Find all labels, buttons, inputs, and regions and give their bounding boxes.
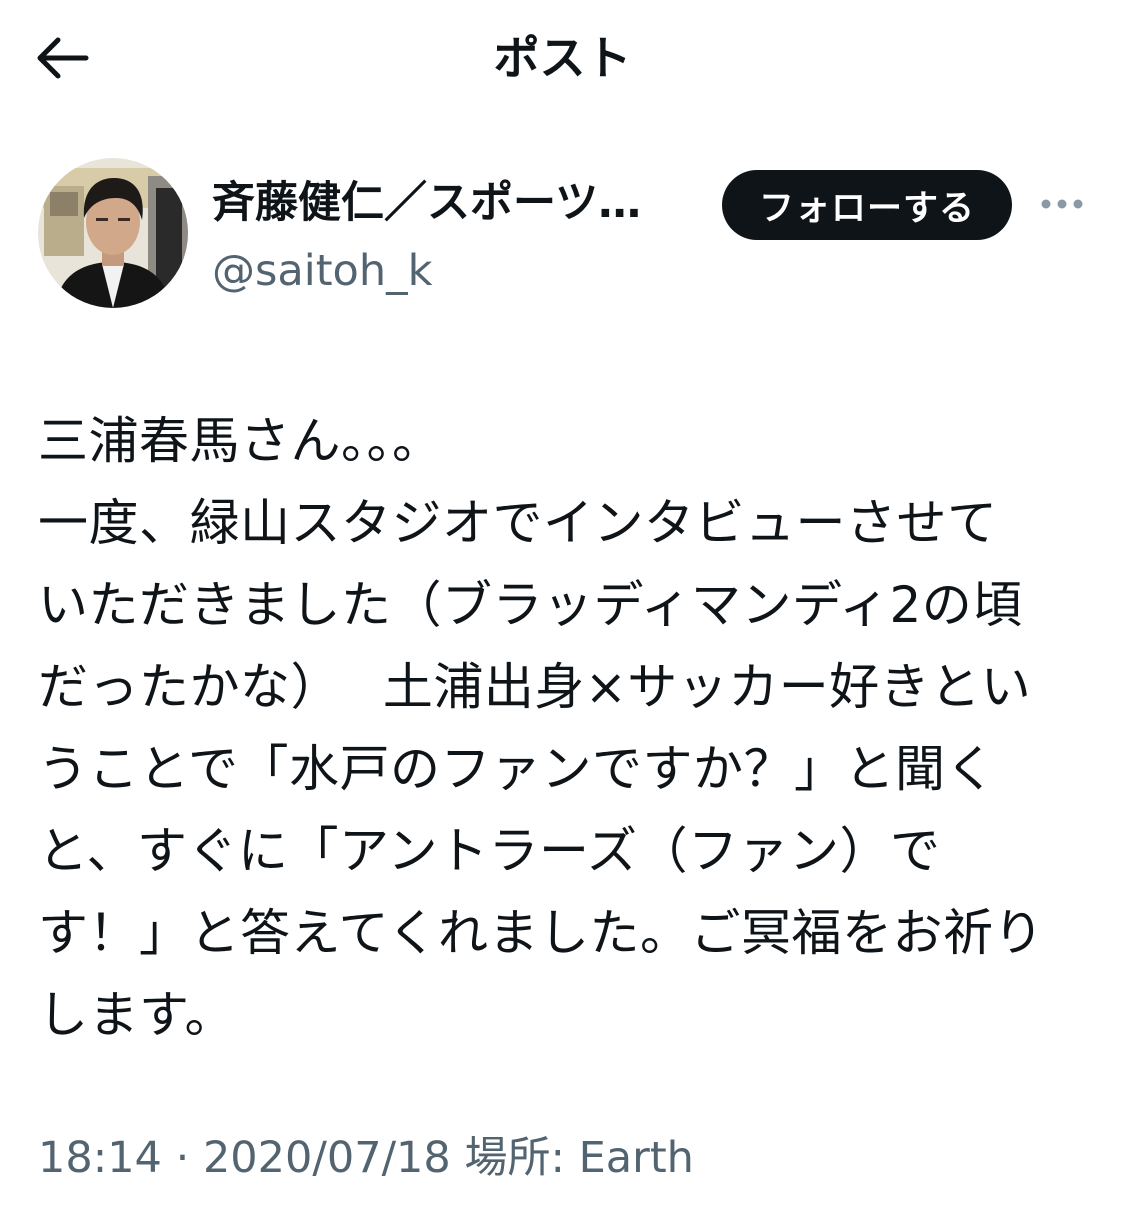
follow-button[interactable]: フォローする [722,170,1012,240]
page-title: ポスト [493,31,632,85]
post-author: 斉藤健仁／スポーツ… @saitoh_k フォローする [38,158,1098,314]
author-handle[interactable]: @saitoh_k [212,242,712,300]
post-date[interactable]: 2020/07/18 [203,1133,451,1183]
author-names: 斉藤健仁／スポーツ… @saitoh_k [212,174,712,300]
post-location: Earth [578,1133,694,1183]
more-options-button[interactable] [1032,182,1092,226]
post-text: 三浦春馬さん。。。 一度、緑山スタジオでインタビューさせて いただきました（ブラ… [38,412,1044,1044]
profile-photo [38,158,188,308]
author-display-name[interactable]: 斉藤健仁／スポーツ… [212,174,712,232]
more-horizontal-icon [1041,199,1083,209]
post-metadata: 18:14 · 2020/07/18 場所: Earth [38,1128,694,1188]
post-time[interactable]: 18:14 [38,1133,162,1183]
location-label: 場所: [464,1133,565,1183]
meta-separator: · [175,1133,190,1183]
top-bar: ポスト [0,0,1125,118]
avatar[interactable] [38,158,188,308]
